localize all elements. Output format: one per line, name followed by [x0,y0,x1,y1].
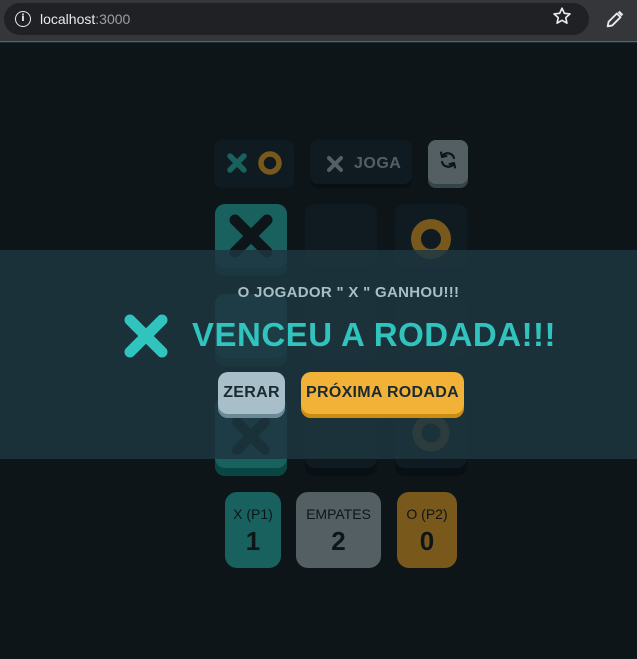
browser-toolbar: i localhost:3000 [0,0,637,42]
url-host: localhost [40,11,96,27]
url-port: :3000 [95,11,131,27]
pen-icon[interactable] [604,8,626,30]
round-title: VENCEU A RODADA!!! [192,316,557,353]
address-bar[interactable]: i localhost:3000 [4,3,589,35]
info-icon[interactable]: i [15,11,31,27]
star-icon[interactable] [551,5,573,27]
result-modal: O JOGADOR " X " GANHOU!!! VENCEU A RODAD… [0,250,637,459]
url-text[interactable]: localhost:3000 [40,11,130,27]
round-result: VENCEU A RODADA!!! [0,312,637,360]
x-icon [124,314,168,358]
quit-button[interactable]: ZERAR [218,372,285,418]
next-round-button[interactable]: PRÓXIMA RODADA [301,372,464,418]
winner-message: O JOGADOR " X " GANHOU!!! [237,284,460,301]
